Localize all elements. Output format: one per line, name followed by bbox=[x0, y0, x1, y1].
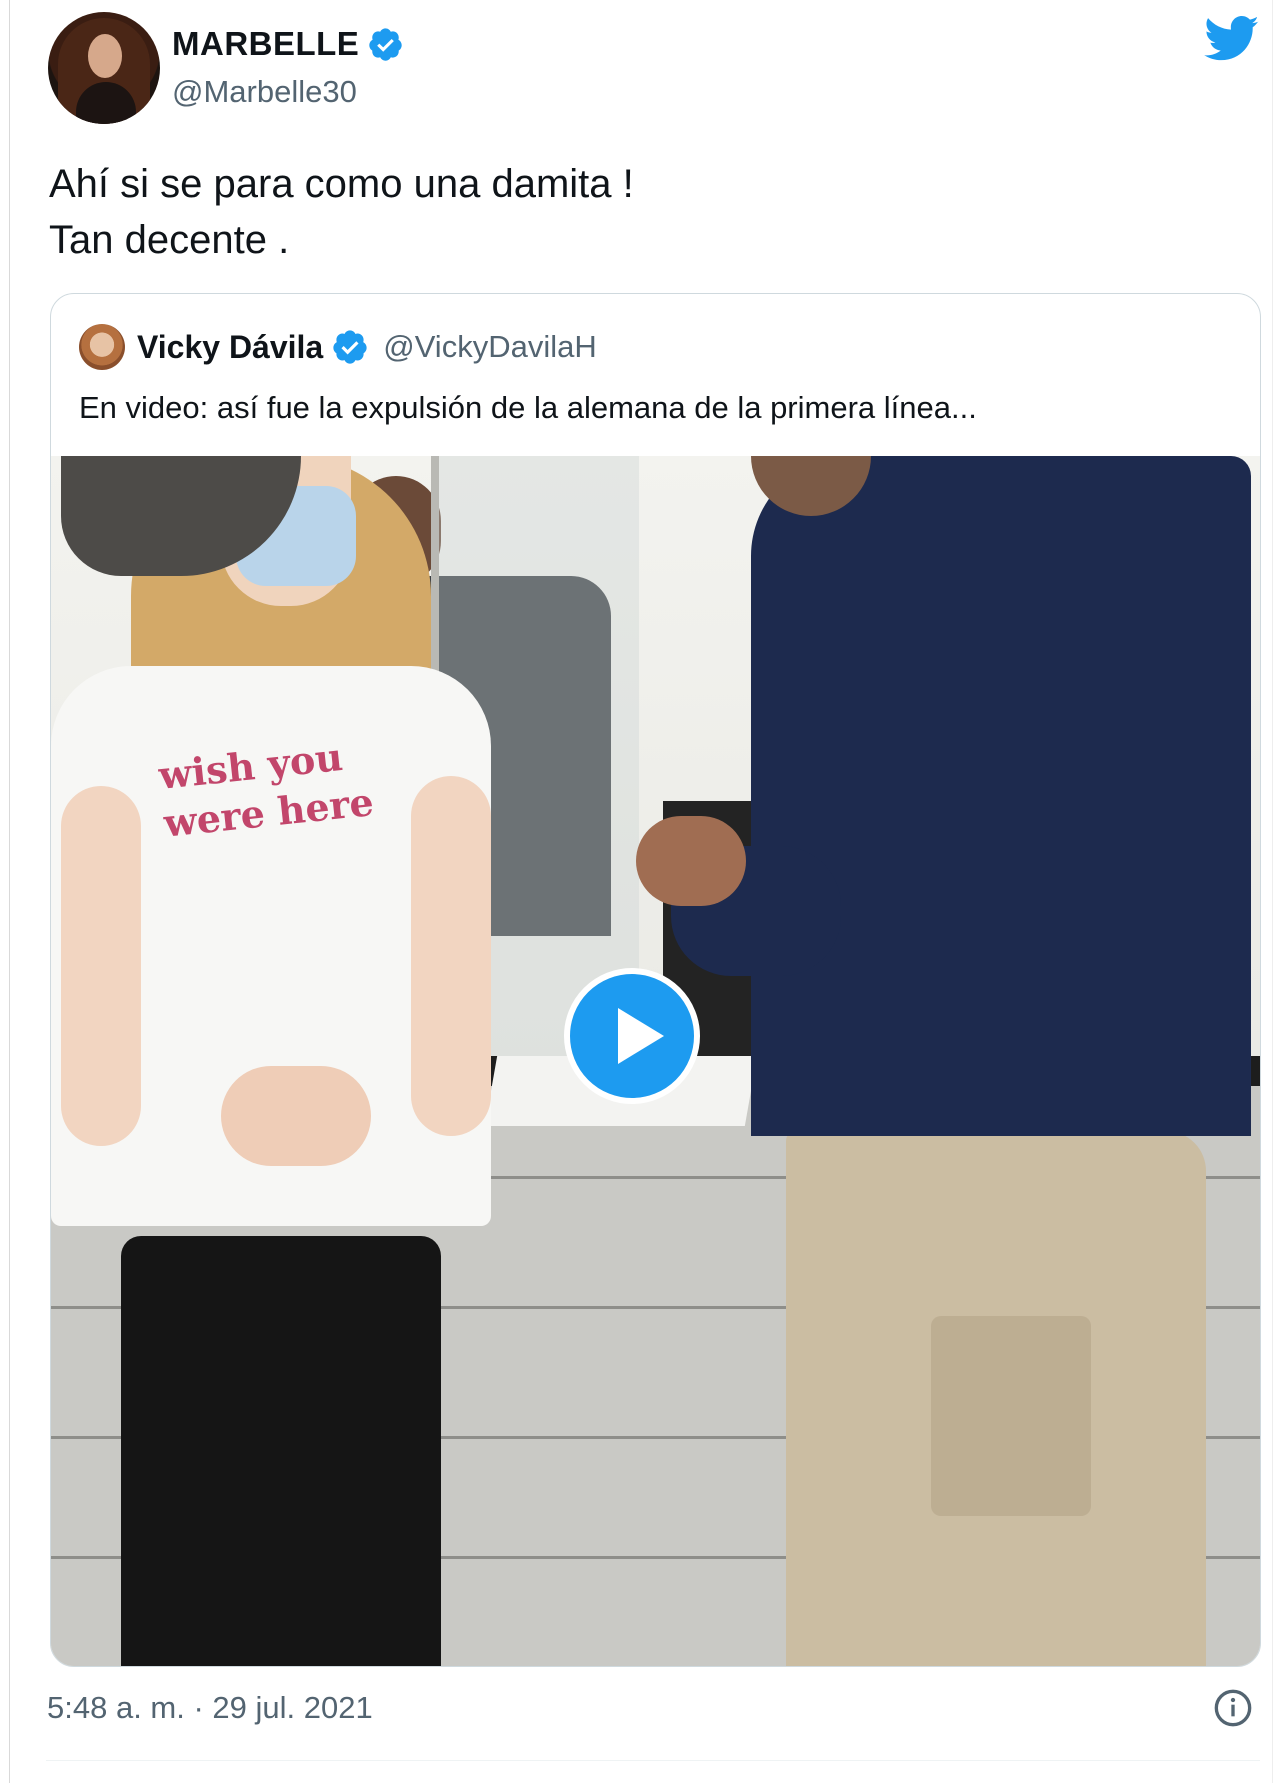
scene-woman-arm bbox=[61, 786, 141, 1146]
author-name[interactable]: MARBELLE bbox=[172, 25, 359, 63]
scene-officer-pocket bbox=[931, 1316, 1091, 1516]
tweet-text-line: Tan decente . bbox=[49, 218, 290, 262]
frame-border-left bbox=[9, 0, 10, 1783]
verified-badge-icon bbox=[333, 330, 367, 364]
info-icon[interactable] bbox=[1213, 1688, 1253, 1728]
quoted-author-handle[interactable]: @VickyDavilaH bbox=[383, 329, 597, 365]
twitter-bird-icon[interactable] bbox=[1204, 16, 1260, 62]
quoted-tweet-card[interactable]: Vicky Dávila @VickyDavilaH En video: así… bbox=[50, 293, 1261, 1667]
scene-woman-legs bbox=[121, 1236, 441, 1666]
quoted-tweet-text: En video: así fue la expulsión de la ale… bbox=[79, 390, 977, 425]
tweet-text: Ahí si se para como una damita ! Tan dec… bbox=[49, 156, 634, 268]
author-handle[interactable]: @Marbelle30 bbox=[172, 74, 357, 110]
play-icon[interactable] bbox=[564, 968, 700, 1104]
quoted-author-row: Vicky Dávila @VickyDavilaH bbox=[137, 324, 597, 370]
scene-officer-jacket bbox=[751, 456, 1251, 1136]
avatar-face bbox=[88, 34, 122, 78]
divider bbox=[46, 1760, 1260, 1761]
scene-officer-hand bbox=[636, 816, 746, 906]
tweet-timestamp[interactable]: 5:48 a. m. · 29 jul. 2021 bbox=[47, 1690, 373, 1726]
quoted-author-avatar[interactable] bbox=[79, 324, 125, 370]
tweet-text-line: Ahí si se para como una damita ! bbox=[49, 162, 634, 206]
video-thumbnail[interactable]: wish you were here bbox=[51, 456, 1260, 1666]
frame-border-right bbox=[1272, 0, 1273, 1783]
author-name-row: MARBELLE bbox=[172, 24, 404, 64]
scene-woman-arm bbox=[411, 776, 491, 1136]
quoted-author-name[interactable]: Vicky Dávila bbox=[137, 329, 323, 366]
verified-badge-icon bbox=[369, 27, 403, 61]
author-avatar[interactable] bbox=[48, 12, 160, 124]
scene-woman-hands bbox=[221, 1066, 371, 1166]
play-triangle bbox=[618, 1008, 664, 1064]
